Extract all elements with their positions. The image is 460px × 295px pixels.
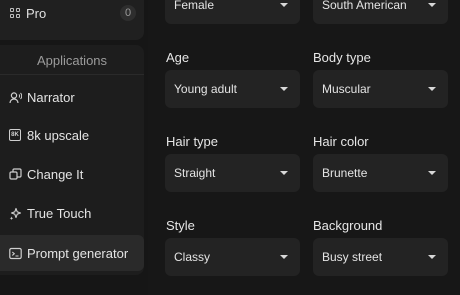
sidebar-item-8k-upscale[interactable]: 8K 8k upscale bbox=[0, 117, 144, 153]
age-label: Age bbox=[166, 50, 190, 65]
sidebar-item-change-it[interactable]: Change It bbox=[0, 156, 144, 192]
pro-count-badge: 0 bbox=[120, 5, 136, 21]
sidebar-item-label: Prompt generator bbox=[27, 245, 129, 261]
sidebar-item-narrator[interactable]: Narrator bbox=[0, 79, 144, 115]
applications-title: Applications bbox=[0, 47, 144, 75]
gender-select-value: Female bbox=[174, 0, 215, 12]
body-type-select-value: Muscular bbox=[322, 82, 371, 96]
gender-select[interactable]: Female bbox=[165, 0, 300, 24]
sidebar-item-label: True Touch bbox=[27, 205, 92, 221]
pro-card[interactable]: Pro 0 bbox=[0, 0, 144, 40]
style-label: Style bbox=[166, 218, 195, 233]
sidebar-item-label: Change It bbox=[27, 166, 84, 182]
sidebar-item-label: 8k upscale bbox=[27, 127, 90, 143]
hair-type-select-value: Straight bbox=[174, 166, 216, 180]
style-select[interactable]: Classy bbox=[165, 238, 300, 276]
sparkle-icon bbox=[8, 206, 22, 220]
change-icon bbox=[8, 167, 22, 181]
hair-color-select[interactable]: Brunette bbox=[313, 154, 448, 192]
background-label: Background bbox=[313, 218, 383, 233]
narrator-icon bbox=[8, 90, 22, 104]
hair-color-label: Hair color bbox=[313, 134, 369, 149]
sidebar-item-prompt-generator[interactable]: Prompt generator bbox=[0, 235, 144, 271]
chevron-down-icon bbox=[280, 171, 288, 175]
8k-icon: 8K bbox=[8, 128, 22, 142]
prompt-form: Female South American Age Young adult Bo… bbox=[148, 0, 460, 295]
chevron-down-icon bbox=[428, 87, 436, 91]
age-select-value: Young adult bbox=[174, 82, 237, 96]
chevron-down-icon bbox=[280, 255, 288, 259]
sidebar: Pro 0 Applications Narrator 8K 8k upscal… bbox=[0, 0, 148, 295]
chevron-down-icon bbox=[280, 3, 288, 7]
background-select-value: Busy street bbox=[322, 250, 383, 264]
ethnicity-select[interactable]: South American bbox=[313, 0, 448, 24]
hair-type-label: Hair type bbox=[166, 134, 219, 149]
sidebar-item-true-touch[interactable]: True Touch bbox=[0, 195, 144, 231]
hair-type-select[interactable]: Straight bbox=[165, 154, 300, 192]
chevron-down-icon bbox=[428, 171, 436, 175]
sidebar-item-label: Narrator bbox=[27, 89, 75, 105]
age-select[interactable]: Young adult bbox=[165, 70, 300, 108]
background-select[interactable]: Busy street bbox=[313, 238, 448, 276]
hair-color-select-value: Brunette bbox=[322, 166, 368, 180]
grid-icon bbox=[10, 8, 20, 18]
body-type-label: Body type bbox=[313, 50, 371, 65]
chevron-down-icon bbox=[428, 3, 436, 7]
style-select-value: Classy bbox=[174, 250, 211, 264]
body-type-select[interactable]: Muscular bbox=[313, 70, 448, 108]
pro-label: Pro bbox=[26, 5, 47, 21]
chevron-down-icon bbox=[428, 255, 436, 259]
terminal-icon bbox=[8, 246, 22, 260]
chevron-down-icon bbox=[280, 87, 288, 91]
ethnicity-select-value: South American bbox=[322, 0, 407, 12]
